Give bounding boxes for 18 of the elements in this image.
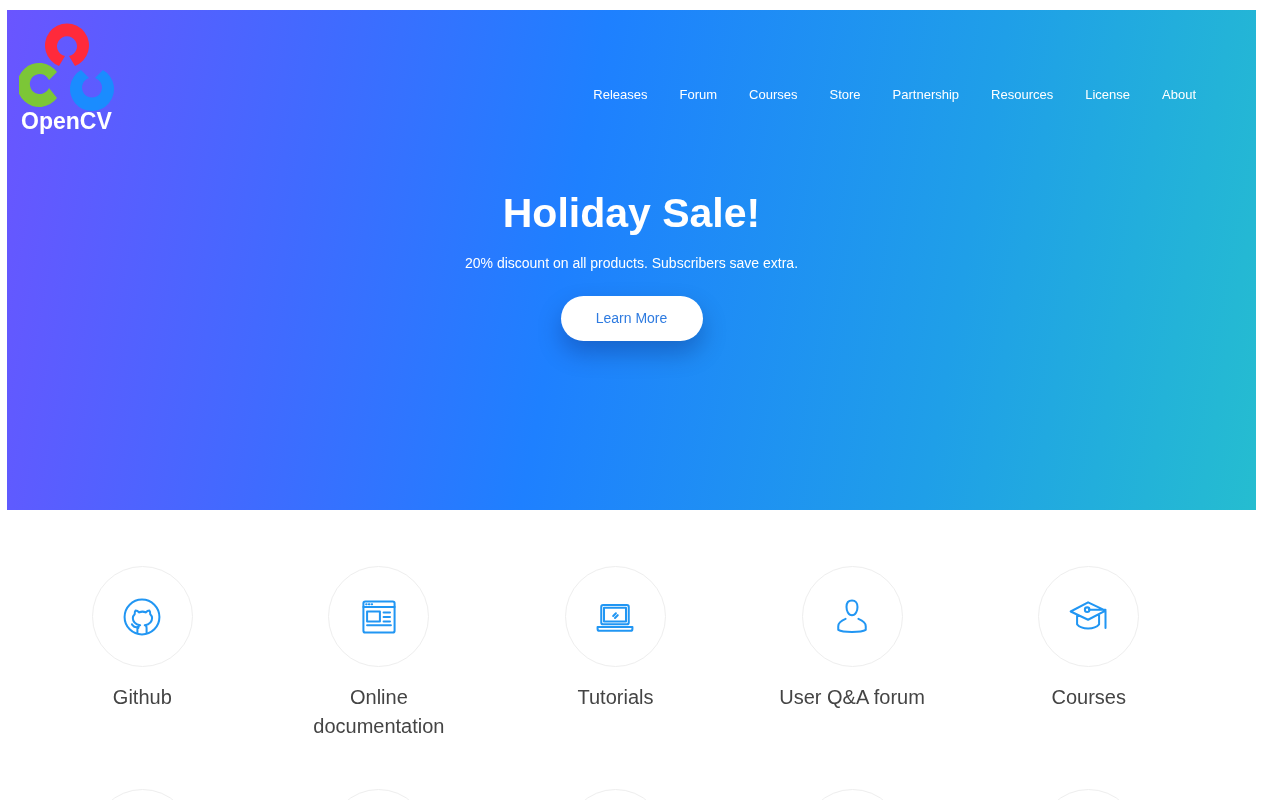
nav-link[interactable]: Resources [991, 85, 1054, 105]
nav-link[interactable]: Courses [749, 85, 798, 105]
nav-link[interactable]: Forum [679, 85, 718, 105]
feature-label[interactable]: Tutorials [535, 683, 696, 712]
feature-label[interactable]: Online documentation [298, 683, 459, 741]
hero-title: Holiday Sale! [502, 189, 761, 238]
hero-subtitle: 20% discount on all products. Subscribers save extra. [464, 254, 799, 274]
nav-link[interactable]: Releases [593, 85, 648, 105]
logo-icon [19, 22, 115, 112]
learn-more-button[interactable]: Learn More [560, 296, 703, 342]
logo-text: OpenCV [21, 110, 112, 133]
nav-link[interactable]: Partnership [892, 85, 960, 105]
feature-label[interactable]: Github [62, 683, 223, 712]
nav-link[interactable]: Store [829, 85, 861, 105]
nav-link[interactable]: About [1162, 85, 1196, 105]
feature-label[interactable]: Courses [1008, 683, 1169, 712]
feature-label[interactable]: User Q&A forum [772, 683, 933, 712]
nav-link[interactable]: License [1085, 85, 1130, 105]
